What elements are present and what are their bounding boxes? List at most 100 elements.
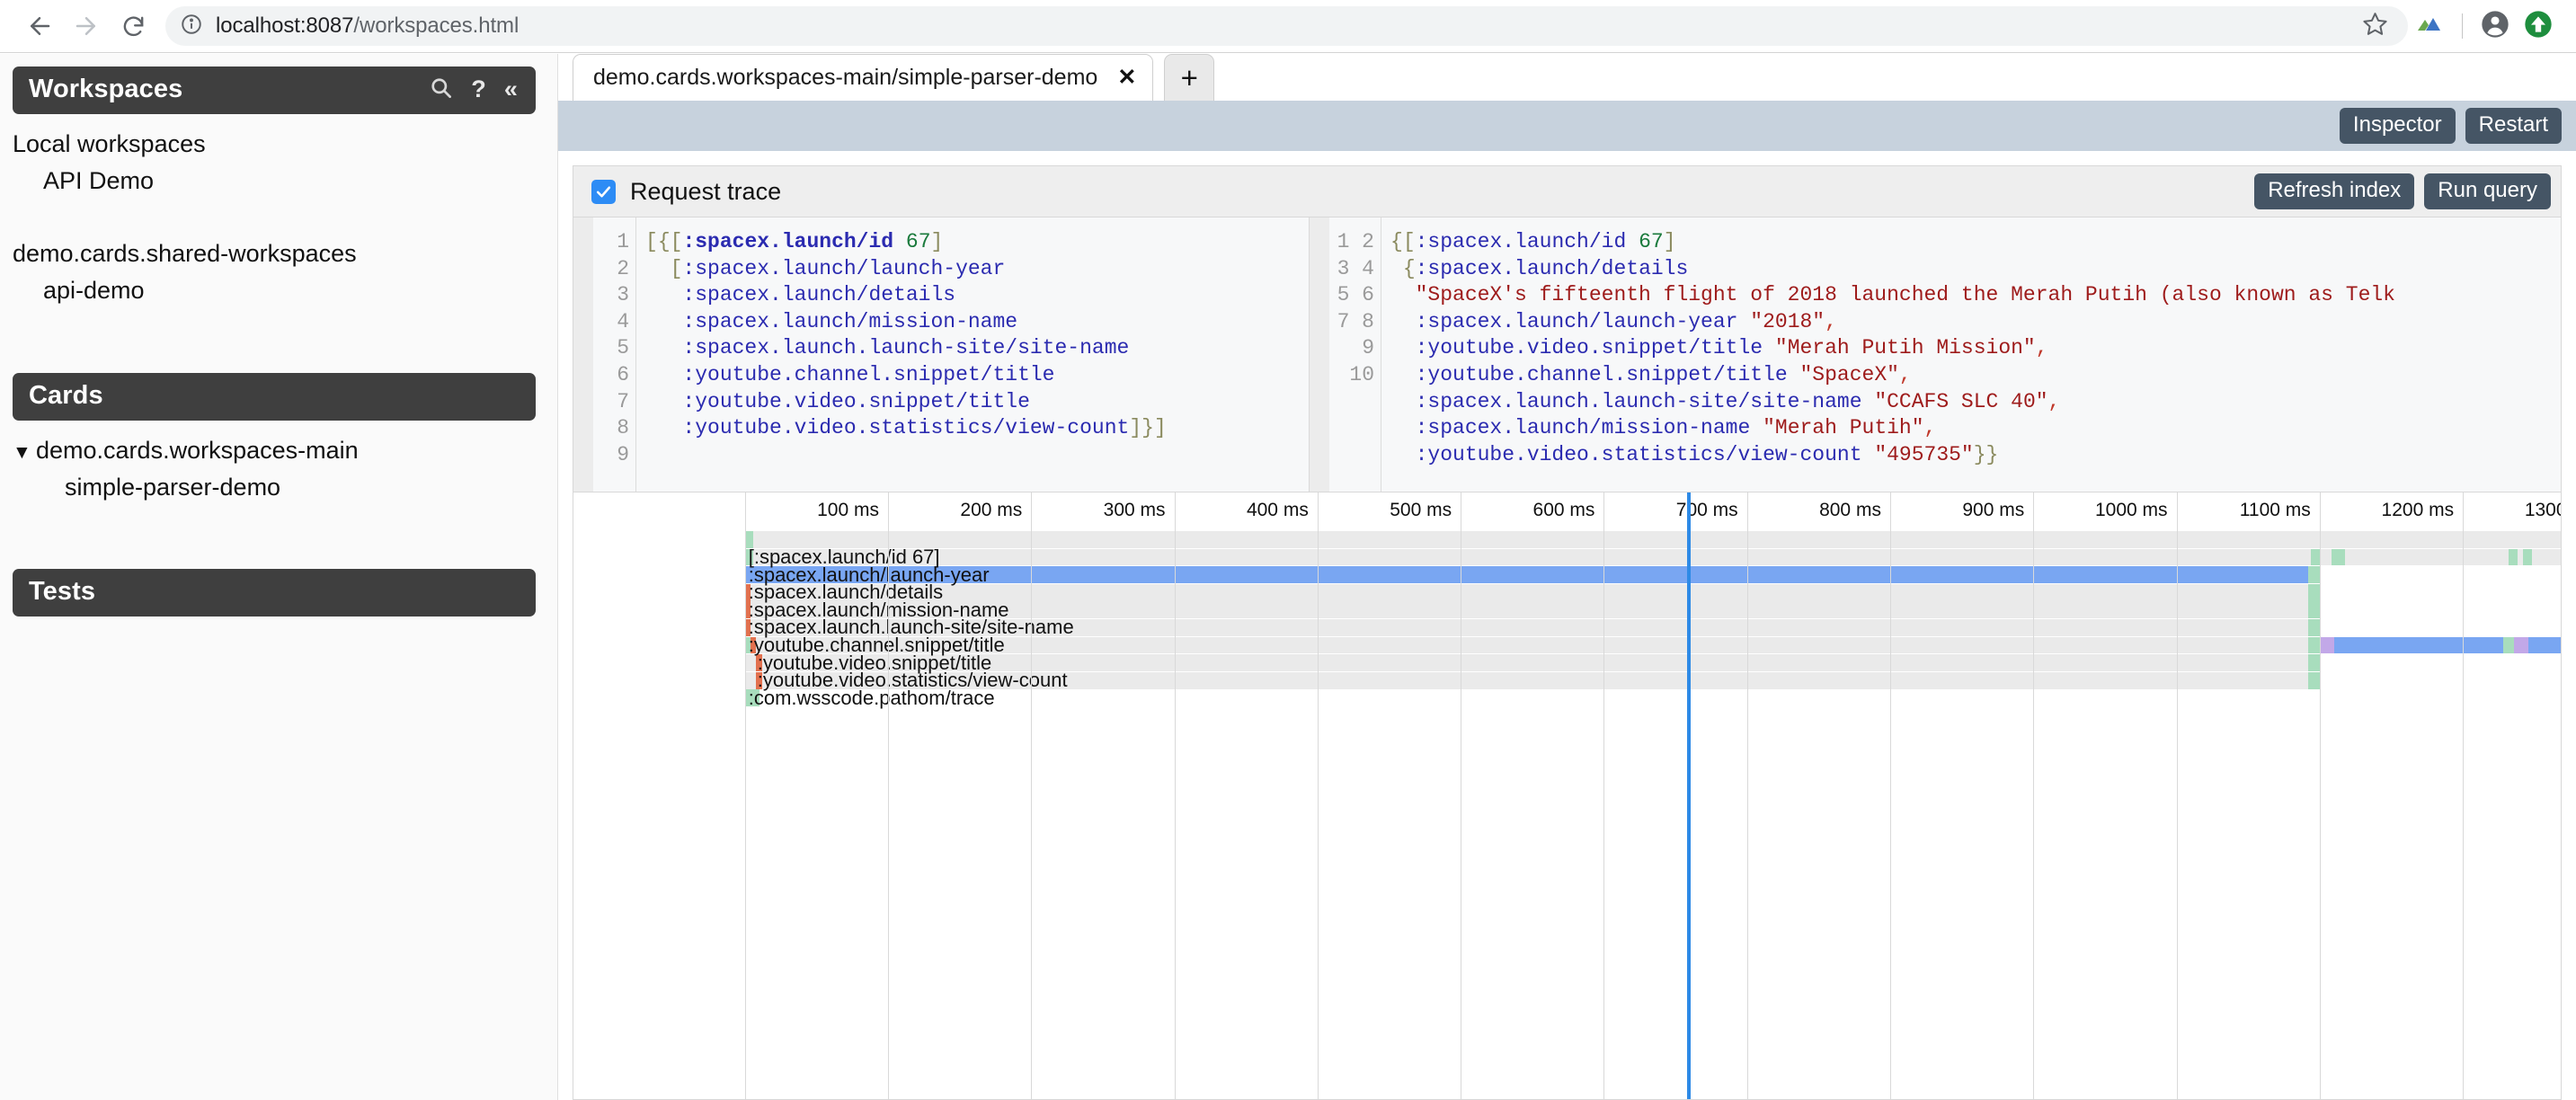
help-icon[interactable]: ? [471,77,486,102]
trace-tick-label: 200 ms [960,500,1031,521]
trace-row[interactable]: :youtube.video.snippet/title [573,654,2561,671]
query-bar: Request trace Refresh index Run query [573,166,2561,217]
cards-title: Cards [29,381,103,411]
trace-tick-label: 1100 ms [2240,500,2320,521]
collapse-icon[interactable]: « [504,77,518,102]
trace-gridline [745,492,746,1099]
card-item-simple-parser-demo[interactable]: simple-parser-demo [13,470,536,507]
forward-button[interactable] [63,3,110,49]
request-trace-checkbox[interactable] [591,180,616,204]
forward-arrow-icon [73,13,100,40]
trace-row[interactable]: :spacex.launch.launch-site/site-name [573,619,2561,636]
refresh-index-button[interactable]: Refresh index [2254,173,2414,209]
add-tab-button[interactable]: + [1164,54,1214,101]
trace-row-track [745,531,2562,548]
trace-tick-label: 1200 ms [2382,500,2464,521]
trace-gridline [888,492,889,1099]
request-trace-timeline[interactable]: 100 ms200 ms300 ms400 ms500 ms600 ms700 … [573,492,2562,1100]
tree-spacer [13,200,536,236]
trace-gridline [1747,492,1748,1099]
trace-tick-label: 800 ms [1819,500,1890,521]
trace-row-track [745,637,2562,654]
trace-segment [2308,654,2320,671]
tests-section-header: Tests [13,569,536,617]
trace-row[interactable]: :spacex.launch/details [573,584,2561,601]
search-icon[interactable] [429,75,453,104]
trace-row-track [745,672,2320,689]
workspace-group-shared[interactable]: demo.cards.shared-workspaces [13,236,536,273]
trace-segment [745,549,754,566]
trace-row[interactable] [573,531,2561,548]
address-bar[interactable]: localhost:8087/workspaces.html [165,6,2408,46]
cards-root-row[interactable]: ▼demo.cards.workspaces-main [13,433,536,470]
query-panel: Request trace Refresh index Run query 1 … [573,165,2562,492]
profile-avatar-icon [2481,10,2509,43]
result-editor-code[interactable]: {[:spacex.launch/id 67] {:spacex.launch/… [1381,217,2561,492]
trace-segment [2308,584,2320,601]
trace-tick-label: 1000 ms [2095,500,2177,521]
update-button[interactable] [2517,4,2560,48]
trace-segment [2311,549,2320,566]
card-content: Request trace Refresh index Run query 1 … [558,151,2576,1100]
tests-spacer [13,506,536,569]
workspace-group-local[interactable]: Local workspaces [13,127,536,164]
trace-segment [751,637,756,654]
bookmark-button[interactable] [2354,5,2395,47]
trace-segment [2308,672,2320,689]
workspaces-section-header: Workspaces ? « [13,67,536,114]
trace-segment [2509,549,2518,566]
tab-simple-parser-demo[interactable]: demo.cards.workspaces-main/simple-parser… [573,54,1153,101]
extension-icon [2416,14,2443,39]
main-panel: demo.cards.workspaces-main/simple-parser… [557,54,2576,1100]
trace-row-track [745,584,2320,601]
query-editor-code[interactable]: [{[:spacex.launch/id 67] [:spacex.launch… [636,217,1309,492]
trace-segment [2528,637,2562,654]
trace-cursor-line[interactable] [1687,492,1691,1099]
trace-segment [2334,637,2503,654]
workspaces-title: Workspaces [29,75,182,104]
trace-row-label: :com.wsscode.pathom/trace [749,687,995,710]
query-editor[interactable]: 1 2 3 4 5 6 7 8 9 [{[:spacex.launch/id 6… [573,217,1310,492]
result-editor[interactable]: 1 2 3 4 5 6 7 8 9 10 {[:spacex.launch/id… [1310,217,2561,492]
star-icon [2362,11,2388,41]
back-arrow-icon [26,13,53,40]
back-button[interactable] [16,3,63,49]
trace-row[interactable]: [:spacex.launch/id 67] [573,549,2561,566]
trace-row[interactable]: :youtube.video.statistics/view-count [573,672,2561,689]
trace-row-track [745,619,2320,636]
chevron-down-icon[interactable]: ▼ [13,440,36,466]
close-icon[interactable]: ✕ [1117,67,1136,89]
trace-segment [2308,566,2320,583]
trace-tick-label: 400 ms [1247,500,1318,521]
trace-gridline [2320,492,2321,1099]
tab-strip: demo.cards.workspaces-main/simple-parser… [558,54,2576,101]
trace-segment [2514,637,2528,654]
cards-root-label: demo.cards.workspaces-main [36,437,359,464]
trace-tick-label: 300 ms [1104,500,1175,521]
workspace-item-api-demo-shared[interactable]: api-demo [13,273,536,310]
trace-gridline [1603,492,1604,1099]
trace-tick-label: 1300 ms [2525,500,2562,521]
workspace-item-api-demo[interactable]: API Demo [13,164,536,200]
inspector-button[interactable]: Inspector [2340,108,2456,144]
restart-button[interactable]: Restart [2465,108,2562,144]
sidebar: Workspaces ? « Local workspaces API Demo… [0,54,557,1100]
run-query-button[interactable]: Run query [2424,173,2551,209]
url-text: localhost:8087/workspaces.html [216,13,2349,39]
profile-button[interactable] [2474,4,2517,48]
toolbar-divider [2462,13,2463,39]
trace-tick-label: 600 ms [1533,500,1604,521]
app-root: Workspaces ? « Local workspaces API Demo… [0,54,2576,1100]
extensions-button[interactable] [2408,4,2451,48]
trace-row[interactable]: :spacex.launch/launch-year [573,566,2561,583]
trace-segment [745,566,2308,583]
trace-row[interactable]: :com.wsscode.pathom/trace [573,689,2561,706]
site-info-icon[interactable] [180,13,203,40]
trace-segment [756,654,761,671]
trace-gridline [2463,492,2464,1099]
trace-row[interactable]: :youtube.channel.snippet/title [573,637,2561,654]
trace-row[interactable]: :spacex.launch/mission-name [573,601,2561,618]
reload-button[interactable] [110,3,156,49]
cards-section-header: Cards [13,373,536,421]
trace-tick-label: 500 ms [1390,500,1461,521]
